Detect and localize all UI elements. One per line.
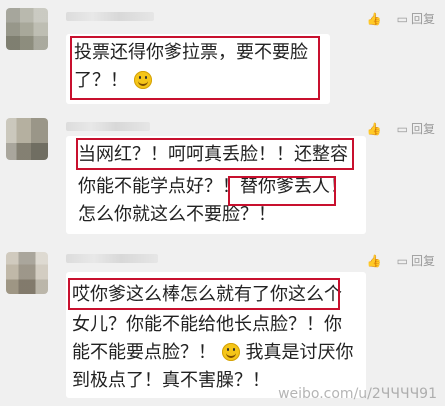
highlight-box [70,36,320,100]
like-button[interactable]: 👍 [367,120,385,137]
comment-1: 👍 ▭ 回复 投票还得你爹拉票，要不要脸 了？！ [0,0,445,110]
reply-button[interactable]: ▭ 回复 [397,120,435,137]
highlight-box [228,176,336,206]
like-button[interactable]: 👍 [367,252,385,269]
reply-icon: ▭ [396,121,408,136]
username-blurred[interactable] [66,122,150,131]
comment-text-line: 能不能要点脸？！ 我真是讨厌你 [72,342,354,363]
comment-text-line: 到极点了！真不害臊？！ [72,370,270,391]
reply-button[interactable]: ▭ 回复 [397,10,435,27]
smile-emoji-icon [221,343,240,361]
comment-text-line: 怎么你就这么不要脸？！ [78,204,276,225]
avatar[interactable] [6,8,48,50]
comment-2: 👍 ▭ 回复 当网红？！呵呵真丢脸！！还整容 你能不能学点好？！替你爹丢人！ 怎… [0,112,445,238]
username-blurred[interactable] [66,12,154,21]
reply-icon: ▭ [396,11,408,26]
comment-3: 👍 ▭ 回复 哎你爹这么棒怎么就有了你这么个 女儿？你能不能给他长点脸？！你 能… [0,244,445,406]
thumbs-up-icon: 👍 [366,11,382,26]
reply-icon: ▭ [396,253,408,268]
like-button[interactable]: 👍 [367,10,385,27]
highlight-box [68,278,340,310]
thumbs-up-icon: 👍 [366,253,382,268]
highlight-box [76,138,354,170]
avatar[interactable] [6,252,48,294]
watermark: weibo.com/u/2ЧЧЧЧ91 [278,386,437,402]
avatar[interactable] [6,118,48,160]
comment-text-line: 女儿？你能不能给他长点脸？！你 [72,314,342,335]
username-blurred[interactable] [66,254,158,263]
reply-button[interactable]: ▭ 回复 [397,252,435,269]
thumbs-up-icon: 👍 [366,121,382,136]
